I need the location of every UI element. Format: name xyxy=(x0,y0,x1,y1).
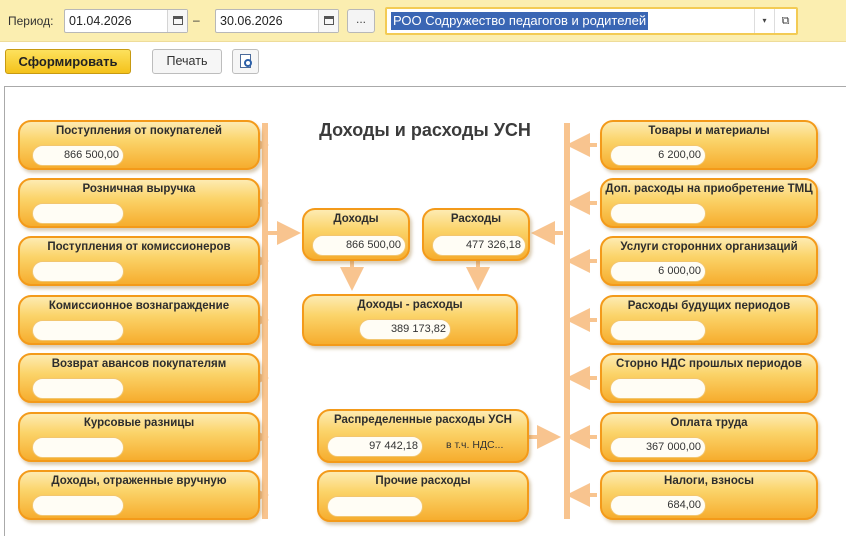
card-title: Комиссионное вознаграждение xyxy=(48,300,230,312)
card-exchange-differences[interactable]: Курсовые разницы xyxy=(18,412,260,462)
card-value xyxy=(610,203,706,224)
card-title: Розничная выручка xyxy=(82,183,196,195)
date-to-value: 30.06.2026 xyxy=(220,14,283,28)
card-other-expenses[interactable]: Прочие расходы xyxy=(317,470,529,522)
card-value xyxy=(32,261,124,282)
toolbar: Период: 01.04.2026 – 30.06.2026 ... РОО … xyxy=(0,0,846,42)
date-to-field[interactable]: 30.06.2026 xyxy=(215,9,339,33)
card-value: 6 000,00 xyxy=(610,261,706,282)
card-value: 367 000,00 xyxy=(610,437,706,458)
card-title: Сторно НДС прошлых периодов xyxy=(616,358,802,370)
card-income[interactable]: Доходы 866 500,00 xyxy=(302,208,410,261)
card-value xyxy=(32,437,124,458)
card-title: Курсовые разницы xyxy=(83,417,195,429)
card-value xyxy=(610,378,706,399)
card-customer-receipts[interactable]: Поступления от покупателей 866 500,00 xyxy=(18,120,260,170)
card-title: Доходы xyxy=(333,213,379,225)
organization-value: РОО Содружество педагогов и родителей xyxy=(391,12,649,30)
card-value: 477 326,18 xyxy=(432,235,526,256)
calendar-icon[interactable] xyxy=(318,10,338,32)
card-value: 6 200,00 xyxy=(610,145,706,166)
card-advance-refunds[interactable]: Возврат авансов покупателям xyxy=(18,353,260,403)
date-from-field[interactable]: 01.04.2026 xyxy=(64,9,188,33)
card-third-party-services[interactable]: Услуги сторонних организаций 6 000,00 xyxy=(600,236,818,286)
card-value: 97 442,18 xyxy=(327,436,423,457)
generate-button[interactable]: Сформировать xyxy=(5,49,131,74)
card-commission-fee[interactable]: Комиссионное вознаграждение xyxy=(18,295,260,345)
card-title: Прочие расходы xyxy=(375,475,471,487)
card-title: Распределенные расходы УСН xyxy=(334,414,512,426)
card-commission-agent-receipts[interactable]: Поступления от комиссионеров xyxy=(18,236,260,286)
card-manual-income[interactable]: Доходы, отраженные вручную xyxy=(18,470,260,520)
card-title: Поступления от покупателей xyxy=(56,125,222,137)
open-icon[interactable]: ⧉ xyxy=(774,9,796,33)
card-value: 389 173,82 xyxy=(359,319,451,340)
card-title: Оплата труда xyxy=(670,417,748,429)
card-goods-materials[interactable]: Товары и материалы 6 200,00 xyxy=(600,120,818,170)
card-title: Возврат авансов покупателям xyxy=(51,358,227,370)
card-value xyxy=(32,495,124,516)
chevron-down-icon[interactable]: ▾ xyxy=(754,9,774,33)
calendar-icon[interactable] xyxy=(167,10,187,32)
card-additional-costs[interactable]: Доп. расходы на приобретение ТМЦ xyxy=(600,178,818,228)
card-value: 684,00 xyxy=(610,495,706,516)
card-value xyxy=(32,320,124,341)
date-from-value: 01.04.2026 xyxy=(69,14,132,28)
card-value xyxy=(32,203,124,224)
card-value xyxy=(32,378,124,399)
period-dash: – xyxy=(193,13,200,27)
card-title: Доходы, отраженные вручную xyxy=(51,475,227,487)
card-title: Налоги, взносы xyxy=(664,475,754,487)
period-select-button[interactable]: ... xyxy=(347,9,375,33)
card-title: Товары и материалы xyxy=(648,125,770,137)
card-income-minus-expenses[interactable]: Доходы - расходы 389 173,82 xyxy=(302,294,518,346)
preview-button[interactable] xyxy=(232,49,259,74)
card-value: 866 500,00 xyxy=(32,145,124,166)
card-deferred-expenses[interactable]: Расходы будущих периодов xyxy=(600,295,818,345)
card-title: Расходы будущих периодов xyxy=(627,300,791,312)
report-title: Доходы и расходы УСН xyxy=(319,120,531,140)
card-title: Расходы xyxy=(450,213,502,225)
organization-field[interactable]: РОО Содружество педагогов и родителей ▾ … xyxy=(385,7,798,35)
card-taxes-contributions[interactable]: Налоги, взносы 684,00 xyxy=(600,470,818,520)
period-label: Период: xyxy=(8,14,54,28)
print-button[interactable]: Печать xyxy=(152,49,222,74)
card-retail-revenue[interactable]: Розничная выручка xyxy=(18,178,260,228)
card-value xyxy=(327,496,423,517)
card-expenses[interactable]: Расходы 477 326,18 xyxy=(422,208,530,261)
card-value xyxy=(610,320,706,341)
card-payroll[interactable]: Оплата труда 367 000,00 xyxy=(600,412,818,462)
card-title: Услуги сторонних организаций xyxy=(620,241,798,253)
vat-note[interactable]: в т.ч. НДС... xyxy=(446,439,503,451)
card-title: Доходы - расходы xyxy=(357,299,463,311)
card-vat-reversal[interactable]: Сторно НДС прошлых периодов xyxy=(600,353,818,403)
card-distributed-expenses[interactable]: Распределенные расходы УСН 97 442,18 в т… xyxy=(317,409,529,463)
card-value: 866 500,00 xyxy=(312,235,406,256)
report-canvas: Доходы и расходы УСН Поступления от поку… xyxy=(4,86,846,536)
card-title: Доп. расходы на приобретение ТМЦ xyxy=(605,183,813,195)
card-title: Поступления от комиссионеров xyxy=(47,241,231,253)
